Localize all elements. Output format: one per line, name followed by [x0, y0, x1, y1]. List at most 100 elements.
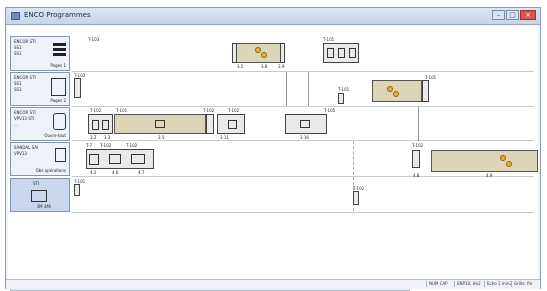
row-header-line: ENCOR STI	[14, 110, 36, 115]
gear-icon	[393, 91, 399, 97]
task-marker[interactable]	[412, 150, 420, 168]
gear-icon	[255, 47, 261, 53]
task-label: T-102	[126, 143, 138, 148]
device-icon	[89, 154, 99, 165]
task-block[interactable]	[372, 80, 422, 102]
tick-label: 4.8	[413, 173, 420, 178]
task-marker[interactable]	[74, 184, 80, 196]
row-header-3[interactable]: ENCOR STI VPV13 STI … Ouvre-tout	[10, 107, 70, 141]
row-header-line: ENCOR STI	[14, 39, 36, 44]
task-marker[interactable]	[338, 93, 344, 104]
tick-label: 3.11	[220, 135, 229, 140]
task-block[interactable]	[285, 114, 327, 134]
row-header-line: …	[14, 122, 18, 127]
row-header-line: SS1	[14, 81, 22, 86]
status-keys: NUM CAP	[426, 281, 448, 287]
tick-label: 3.9	[278, 64, 285, 69]
task-label: T-105	[324, 108, 336, 113]
tick-label: 3.3	[104, 135, 111, 140]
gear-icon	[506, 161, 512, 167]
task-block[interactable]	[323, 43, 359, 63]
stack-icon	[51, 78, 66, 96]
row-caption: Pages 2	[50, 98, 66, 103]
row-caption: 3M 4Mi	[36, 204, 51, 209]
gear-icon	[261, 52, 267, 58]
row-header-4[interactable]: SANDAL SAI VPV13 Obs opérations	[10, 142, 70, 176]
row-caption: Obs opérations	[35, 168, 66, 173]
task-block[interactable]	[88, 114, 113, 134]
task-label: T-103	[88, 37, 100, 42]
schedule-area[interactable]: ENCOR STI SS1 SS1 Pages 1 ENCOR STI SS1 …	[8, 26, 538, 291]
device-icon	[300, 120, 310, 128]
tick-label: 4.6	[112, 170, 119, 175]
task-marker[interactable]	[353, 191, 359, 205]
row-header-5[interactable]: STI 3M 4Mi	[10, 178, 70, 212]
tower-icon	[55, 148, 66, 162]
task-label: T-101	[116, 108, 128, 113]
task-marker[interactable]	[232, 43, 237, 63]
tick-label: 3.2	[90, 135, 97, 140]
status-bar: NUM CAP ENP10, Hn2 Echo 1 min2 Grille: f…	[6, 279, 540, 289]
gear-icon	[500, 155, 506, 161]
row-header-1[interactable]: ENCOR STI SS1 SS1 Pages 1	[10, 36, 70, 71]
app-icon	[11, 12, 20, 20]
tick-label: 4.9	[486, 173, 493, 178]
row-separator	[72, 176, 534, 177]
row-header-line: SS1	[14, 87, 22, 92]
tick-label: 3.5	[158, 135, 165, 140]
task-block[interactable]	[86, 149, 154, 169]
row-separator	[72, 212, 534, 213]
status-scale: Echo 1 min2	[484, 281, 512, 287]
close-button[interactable]: ×	[520, 10, 536, 20]
task-block[interactable]	[431, 150, 538, 172]
app-window: ENCO Programmes – □ × ENCOR STI SS1 SS1	[5, 7, 541, 291]
device-icon	[102, 120, 109, 130]
gear-icon	[387, 86, 393, 92]
timeline-divider	[286, 72, 287, 106]
task-label: T-101	[323, 37, 335, 42]
row-header-2[interactable]: ENCOR STI SS1 SS1 Pages 2	[10, 72, 70, 106]
task-marker[interactable]	[280, 43, 285, 63]
rack-icon	[53, 113, 66, 130]
tick-label: 4.2	[90, 170, 97, 175]
device-icon	[131, 154, 145, 164]
row-header-line: STI	[33, 181, 40, 186]
row-header-line: VPV13	[14, 151, 27, 156]
timeline-divider	[418, 106, 419, 141]
device-icon	[349, 48, 356, 58]
task-label: T-7	[86, 143, 93, 148]
task-marker[interactable]	[74, 78, 81, 98]
task-block[interactable]	[217, 114, 245, 134]
row-separator	[72, 71, 534, 72]
device-icon	[92, 120, 99, 130]
device-icon	[155, 120, 165, 128]
task-label: T-102	[203, 108, 215, 113]
row-header-line: SS1	[14, 51, 22, 56]
task-label: T-102	[90, 108, 102, 113]
row-header-line: SS1	[14, 45, 22, 50]
machine-icon	[31, 190, 47, 202]
row-caption: Ouvre-tout	[44, 133, 66, 138]
status-position: ENP10, Hn2	[454, 281, 481, 287]
maximize-button[interactable]: □	[506, 10, 519, 20]
row-header-line: VPV13 STI	[14, 116, 35, 121]
task-label: T-102	[412, 143, 424, 148]
task-marker[interactable]	[422, 80, 429, 102]
status-grid: Grille: fin	[511, 281, 532, 287]
task-marker[interactable]	[206, 114, 214, 134]
row-caption: Pages 1	[50, 63, 66, 68]
row-header-line: SANDAL SAI	[14, 145, 39, 150]
tick-label: 3.5	[237, 64, 244, 69]
row-separator	[72, 140, 534, 141]
minimize-button[interactable]: –	[492, 10, 505, 20]
tick-label: 3.16	[300, 135, 309, 140]
device-icon	[109, 154, 121, 164]
window-controls: – □ ×	[492, 10, 536, 20]
tick-label: 3.8	[261, 64, 268, 69]
tick-label: 4.7	[138, 170, 145, 175]
device-icon	[228, 120, 237, 129]
task-label: T-102	[100, 143, 112, 148]
task-block[interactable]	[114, 114, 206, 134]
task-block[interactable]	[236, 43, 282, 63]
timeline-divider	[308, 72, 309, 106]
